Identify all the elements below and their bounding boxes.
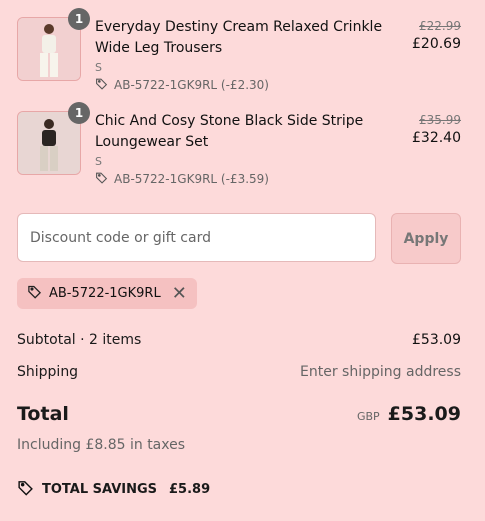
line-discount-text: AB-5722-1GK9RL (-£2.30) [114, 78, 269, 92]
discount-code-input[interactable] [17, 213, 376, 262]
savings-value: £5.89 [169, 482, 211, 497]
line-discount: AB-5722-1GK9RL (-£2.30) [95, 77, 395, 93]
tag-icon [95, 77, 108, 93]
tag-icon [27, 284, 42, 303]
applied-code-text: AB-5722-1GK9RL [49, 286, 161, 301]
product-name: Everyday Destiny Cream Relaxed Crinkle W… [95, 19, 383, 56]
product-thumbnail: 1 [17, 8, 90, 81]
line-discount-text: AB-5722-1GK9RL (-£3.59) [114, 172, 269, 186]
apply-button[interactable]: Apply [391, 213, 461, 264]
sale-price: £20.69 [412, 36, 461, 52]
original-price: £22.99 [419, 19, 461, 33]
subtotal-value: £53.09 [412, 332, 461, 348]
product-name: Chic And Cosy Stone Black Side Stripe Lo… [95, 113, 364, 150]
remove-code-icon[interactable]: ✕ [172, 284, 187, 303]
currency-code: GBP [356, 410, 380, 423]
quantity-badge: 1 [68, 8, 90, 30]
tag-icon [95, 171, 108, 187]
shipping-value: Enter shipping address [300, 364, 461, 380]
tag-icon [17, 479, 34, 500]
product-variant: S [95, 61, 102, 74]
line-discount: AB-5722-1GK9RL (-£3.59) [95, 171, 395, 187]
product-variant: S [95, 155, 102, 168]
total-label: Total [17, 403, 69, 425]
subtotal-label: Subtotal · 2 items [17, 332, 142, 348]
sale-price: £32.40 [412, 130, 461, 146]
original-price: £35.99 [419, 113, 461, 127]
shipping-label: Shipping [17, 364, 79, 380]
discount-row: Apply [17, 213, 461, 264]
cart-line-item: 1 Chic And Cosy Stone Black Side Stripe … [17, 102, 461, 186]
subtotal-row: Subtotal · 2 items £53.09 [17, 332, 461, 348]
total-row: Total GBP £53.09 [17, 403, 461, 425]
shipping-row: Shipping Enter shipping address [17, 364, 461, 380]
cart-line-item: 1 Everyday Destiny Cream Relaxed Crinkle… [17, 8, 461, 92]
product-thumbnail: 1 [17, 102, 90, 175]
quantity-badge: 1 [68, 102, 90, 124]
total-value: £53.09 [387, 403, 461, 425]
taxes-note: Including £8.85 in taxes [17, 437, 186, 453]
savings-label: TOTAL SAVINGS [42, 482, 158, 497]
total-savings: TOTAL SAVINGS £5.89 [17, 479, 210, 500]
applied-discount-chip: AB-5722-1GK9RL ✕ [17, 278, 197, 309]
